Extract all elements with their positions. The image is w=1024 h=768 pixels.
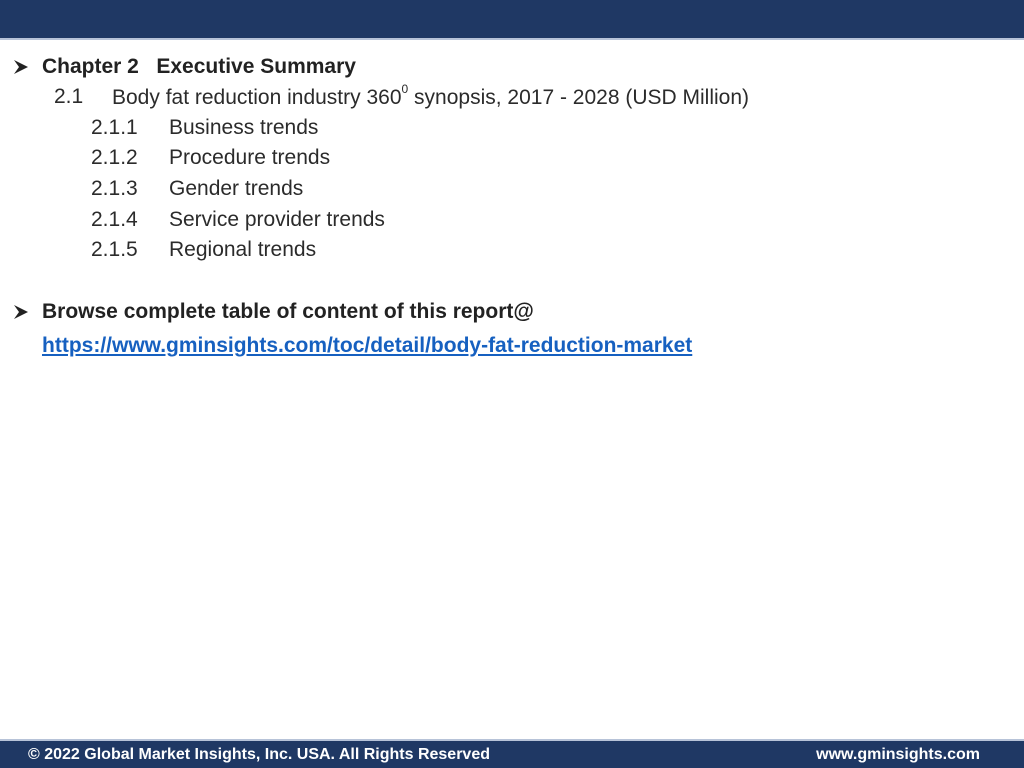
degree-superscript: 0	[401, 81, 409, 96]
toc-subsection: 2.1.4 Service provider trends	[91, 205, 385, 235]
footer-website[interactable]: www.gminsights.com	[816, 741, 980, 768]
footer-bar: © 2022 Global Market Insights, Inc. USA.…	[0, 741, 1024, 768]
section-number: 2.1	[54, 85, 84, 108]
subsection-number: 2.1.3	[91, 177, 138, 200]
arrow-bullet-icon	[12, 300, 34, 324]
browse-bullet: Browse complete table of content of this…	[12, 297, 534, 327]
subsection-title: Service provider trends	[169, 208, 385, 231]
subsection-number: 2.1.4	[91, 208, 138, 231]
header-divider	[0, 38, 1024, 40]
toc-subsection: 2.1.3 Gender trends	[91, 174, 303, 204]
section-title: Body fat reduction industry 3600 synopsi…	[112, 81, 750, 109]
subsection-title: Procedure trends	[169, 146, 331, 169]
subsection-number: 2.1.2	[91, 146, 138, 169]
subsection-number: 2.1.5	[91, 238, 138, 261]
chapter-title: Chapter 2 Executive Summary	[42, 55, 356, 78]
browse-label: Browse complete table of content of this…	[42, 300, 534, 323]
toc-subsection: 2.1.2 Procedure trends	[91, 143, 330, 173]
toc-section: 2.1 Body fat reduction industry 3600 syn…	[54, 82, 749, 112]
header-bar	[0, 0, 1024, 38]
toc-report-link[interactable]: https://www.gminsights.com/toc/detail/bo…	[42, 331, 692, 361]
chapter-bullet: Chapter 2 Executive Summary	[12, 52, 356, 82]
toc-subsection: 2.1.1 Business trends	[91, 113, 318, 143]
subsection-title: Regional trends	[169, 238, 317, 261]
toc-subsection: 2.1.5 Regional trends	[91, 235, 316, 265]
subsection-title: Gender trends	[169, 177, 304, 200]
subsection-number: 2.1.1	[91, 116, 138, 139]
arrow-bullet-icon	[12, 55, 34, 79]
footer-copyright: © 2022 Global Market Insights, Inc. USA.…	[28, 745, 490, 763]
subsection-title: Business trends	[169, 116, 319, 139]
